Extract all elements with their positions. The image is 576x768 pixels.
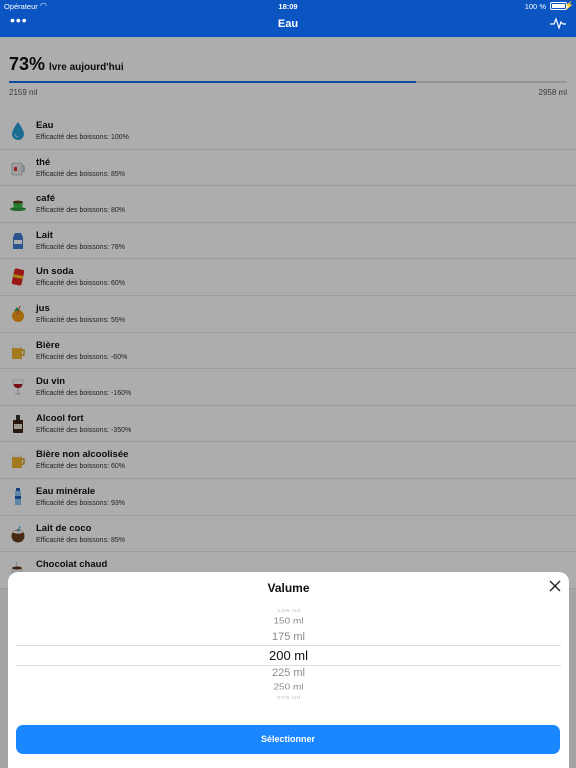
picker-option[interactable]: 125 ml bbox=[16, 608, 561, 613]
charging-icon: ⚡ bbox=[564, 1, 574, 10]
activity-icon[interactable] bbox=[550, 16, 566, 30]
close-icon[interactable] bbox=[549, 580, 561, 592]
select-button[interactable]: Sélectionner bbox=[16, 725, 560, 754]
picker-option-selected[interactable]: 200 ml bbox=[16, 648, 561, 663]
sheet-title: Valume bbox=[267, 581, 310, 595]
battery-percent: 100 % bbox=[524, 2, 546, 11]
clock: 18:09 bbox=[278, 2, 298, 11]
picker-option[interactable]: 275 ml bbox=[16, 695, 561, 700]
picker-selection-top bbox=[16, 645, 561, 646]
picker-option[interactable]: 150 ml bbox=[16, 617, 561, 626]
status-bar: Opérateur ◠ 18:09 100 % ⚡ bbox=[0, 0, 576, 12]
picker-option[interactable]: 250 ml bbox=[16, 683, 561, 692]
picker-option[interactable]: 225 ml bbox=[16, 667, 561, 679]
volume-sheet: Valume 125 ml 150 ml 175 ml 200 ml 225 m… bbox=[8, 572, 569, 768]
volume-picker[interactable]: 125 ml 150 ml 175 ml 200 ml 225 ml 250 m… bbox=[16, 606, 561, 704]
top-bar: Opérateur ◠ 18:09 100 % ⚡ ••• Eau bbox=[0, 0, 576, 37]
picker-selection-bottom bbox=[16, 665, 561, 666]
picker-option[interactable]: 175 ml bbox=[16, 631, 561, 643]
page-title: Eau bbox=[277, 18, 299, 30]
